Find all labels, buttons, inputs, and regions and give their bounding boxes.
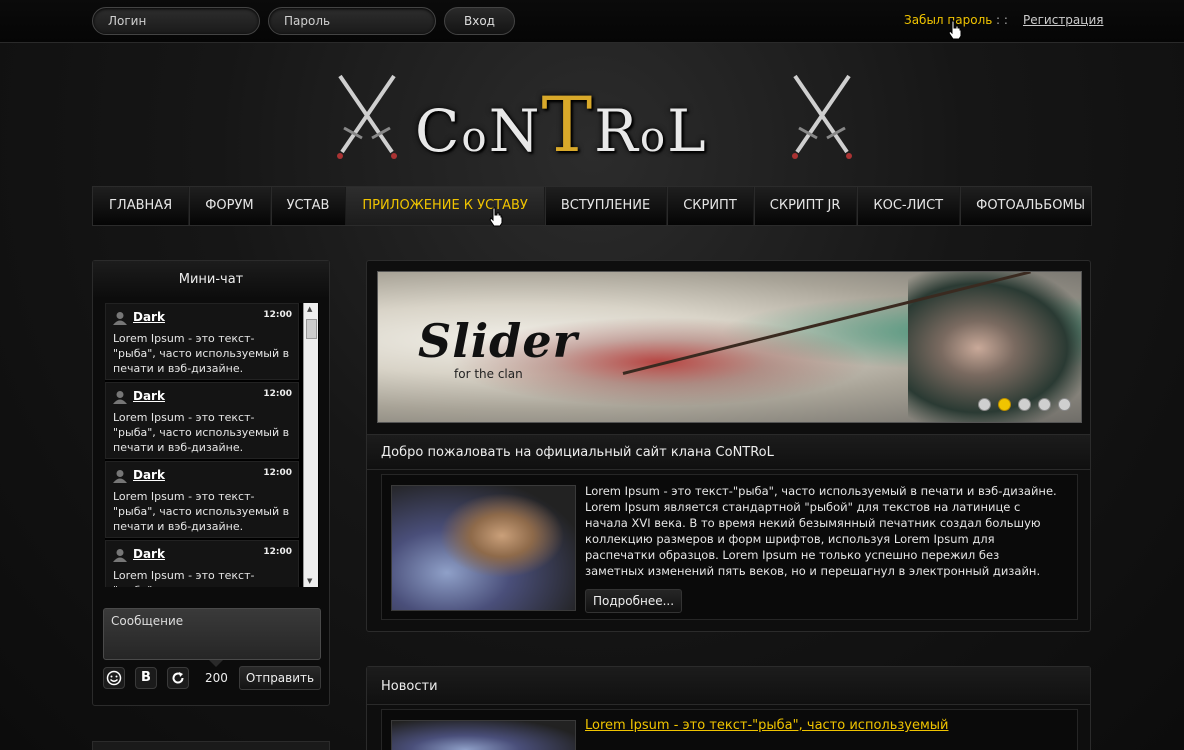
minichat-title: Мини-чат: [93, 261, 329, 299]
login-input[interactable]: Логин: [92, 7, 260, 35]
read-more-button[interactable]: Подробнее...: [585, 589, 682, 613]
user-icon: [113, 549, 127, 562]
news-preview-text: [585, 740, 1061, 750]
article-thumbnail[interactable]: [391, 485, 576, 611]
news-header: Новости: [367, 667, 1090, 705]
site-logo[interactable]: CoNTRoL: [332, 60, 857, 170]
nav-item-join[interactable]: ВСТУПЛЕНИЕ: [545, 187, 668, 225]
slider-subtitle: for the clan: [454, 367, 523, 381]
chat-message: Dark 12:00 Lorem Ipsum - это текст-"рыба…: [105, 382, 299, 459]
crossed-swords-right-icon: [792, 74, 852, 159]
chat-username-link[interactable]: Dark: [113, 310, 165, 325]
welcome-title: Добро пожаловать на официальный сайт кла…: [381, 445, 774, 460]
nav-item-script[interactable]: СКРИПТ: [667, 187, 754, 225]
refresh-button[interactable]: [167, 667, 189, 689]
chat-time: 12:00: [263, 310, 292, 320]
scroll-up-arrow-icon[interactable]: ▲: [307, 305, 312, 313]
input-tail: [209, 660, 223, 667]
user-icon: [113, 312, 127, 325]
news-thumbnail[interactable]: [391, 720, 576, 750]
crossed-swords-left-icon: [337, 74, 397, 159]
slider-dot[interactable]: [1038, 398, 1051, 411]
bold-button[interactable]: B: [135, 667, 157, 689]
hand-cursor-icon: [489, 207, 503, 227]
scroll-thumb[interactable]: [306, 319, 317, 339]
chat-message-list[interactable]: Dark 12:00 Lorem Ipsum - это текст-"рыба…: [105, 303, 319, 587]
chat-message: Dark 12:00 Lorem Ipsum - это текст-"рыба…: [105, 540, 299, 587]
welcome-header: Добро пожаловать на официальный сайт кла…: [367, 434, 1090, 470]
user-icon: [113, 470, 127, 483]
register-link[interactable]: Регистрация: [1023, 13, 1103, 27]
send-button[interactable]: Отправить: [239, 666, 321, 690]
secondary-left-panel: [92, 741, 330, 750]
chat-username-link[interactable]: Dark: [113, 389, 165, 404]
chat-text: Lorem Ipsum - это текст-"рыба", часто ис…: [113, 411, 290, 454]
chat-time: 12:00: [263, 547, 292, 557]
image-slider[interactable]: Slider for the clan: [377, 271, 1082, 423]
main-content-panel: Slider for the clan Добро пожаловать на …: [366, 260, 1091, 632]
char-counter: 200: [205, 671, 228, 685]
bold-icon: B: [141, 670, 151, 685]
news-article: Lorem Ipsum - это текст-"рыба", часто ис…: [381, 709, 1078, 750]
news-headline-link[interactable]: Lorem Ipsum - это текст-"рыба", часто ис…: [585, 718, 949, 733]
slider-dot[interactable]: [1058, 398, 1071, 411]
login-button[interactable]: Вход: [444, 7, 515, 35]
nav-item-forum[interactable]: ФОРУМ: [189, 187, 271, 225]
chat-time: 12:00: [263, 468, 292, 478]
welcome-article: Lorem Ipsum - это текст-"рыба", часто ис…: [381, 474, 1078, 620]
news-title: Новости: [381, 679, 438, 694]
scroll-down-arrow-icon[interactable]: ▼: [307, 577, 312, 585]
slider-dot[interactable]: [978, 398, 991, 411]
password-input[interactable]: Пароль: [268, 7, 436, 35]
chat-text: Lorem Ipsum - это текст-"рыба", часто ис…: [113, 490, 290, 533]
slider-pagination: [978, 398, 1071, 411]
top-bar: Логин Пароль Вход Забыл пароль : : Регис…: [0, 0, 1184, 43]
chat-message: Dark 12:00 Lorem Ipsum - это текст-"рыба…: [105, 303, 299, 380]
nav-item-charter-appendix[interactable]: ПРИЛОЖЕНИЕ К УСТАВУ: [346, 187, 545, 225]
chat-scrollbar[interactable]: ▲ ▼: [303, 303, 318, 587]
chat-text: Lorem Ipsum - это текст-"рыба", часто ис…: [113, 332, 290, 375]
news-panel: Новости Lorem Ipsum - это текст-"рыба", …: [366, 666, 1091, 750]
nav-item-photo-albums[interactable]: ФОТОАЛЬБОМЫ: [960, 187, 1101, 225]
main-nav: ГЛАВНАЯ ФОРУМ УСТАВ ПРИЛОЖЕНИЕ К УСТАВУ …: [92, 186, 1092, 226]
chat-time: 12:00: [263, 389, 292, 399]
chat-username-link[interactable]: Dark: [113, 468, 165, 483]
refresh-icon: [172, 672, 184, 684]
nav-item-kos-list[interactable]: КОС-ЛИСТ: [857, 187, 961, 225]
chat-username-link[interactable]: Dark: [113, 547, 165, 562]
slider-dot[interactable]: [1018, 398, 1031, 411]
slider-title: Slider: [418, 314, 578, 368]
smiley-button[interactable]: [103, 667, 125, 689]
hand-cursor-icon: [948, 20, 962, 40]
logo-wordmark: CoNTRoL: [415, 80, 708, 169]
slider-dot-active[interactable]: [998, 398, 1011, 411]
chat-message: Dark 12:00 Lorem Ipsum - это текст-"рыба…: [105, 461, 299, 538]
article-text: Lorem Ipsum - это текст-"рыба", часто ис…: [585, 484, 1057, 578]
smiley-icon: [106, 670, 122, 686]
link-separator: : :: [996, 13, 1008, 27]
nav-item-home[interactable]: ГЛАВНАЯ: [93, 187, 190, 225]
nav-item-charter[interactable]: УСТАВ: [271, 187, 347, 225]
nav-item-script-jr[interactable]: СКРИПТ JR: [754, 187, 858, 225]
minichat-panel: Мини-чат Dark 12:00 Lorem Ipsum - это те…: [92, 260, 330, 706]
chat-message-input[interactable]: Сообщение: [103, 608, 321, 660]
chat-text: Lorem Ipsum - это текст-"рыба",: [113, 569, 255, 587]
user-icon: [113, 391, 127, 404]
